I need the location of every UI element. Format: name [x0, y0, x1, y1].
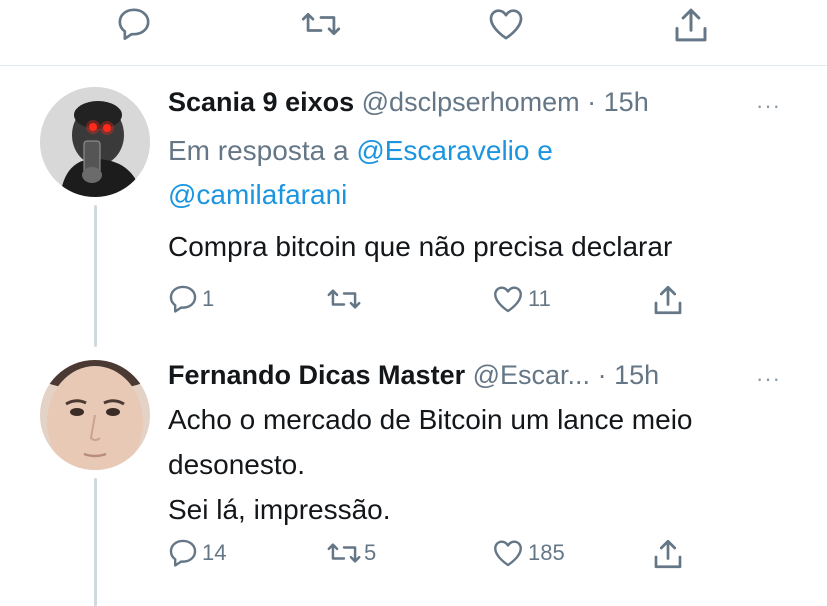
mention-link[interactable]: @camilafarani: [168, 179, 347, 210]
like-icon: [490, 536, 526, 570]
user-handle[interactable]: @dsclpserhomem: [362, 87, 580, 117]
separator: ·: [587, 87, 597, 117]
reply-button[interactable]: 14: [166, 536, 226, 570]
tweet-actions: 14 5 185: [0, 536, 827, 576]
retweet-button[interactable]: 5: [326, 536, 376, 570]
timestamp[interactable]: 15h: [614, 360, 659, 390]
avatar[interactable]: [40, 87, 150, 197]
reply-context: Em resposta a @Escaravelio e @camilafara…: [168, 129, 553, 217]
tweet-header: Fernando Dicas Master @Escar... · 15h: [168, 360, 659, 391]
timestamp[interactable]: 15h: [604, 87, 649, 117]
tweet-actions: 1 11: [0, 282, 827, 322]
avatar[interactable]: [40, 360, 150, 470]
more-options-icon[interactable]: ···: [756, 93, 781, 119]
user-handle[interactable]: @Escar...: [473, 360, 590, 390]
display-name[interactable]: Fernando Dicas Master: [168, 360, 465, 390]
previous-tweet-actions: [0, 0, 827, 60]
mention-link[interactable]: @Escaravelio: [356, 135, 529, 166]
share-button[interactable]: [650, 282, 686, 318]
retweet-count: 5: [364, 540, 377, 565]
reply-join: e: [537, 135, 553, 166]
tweet-text: Acho o mercado de Bitcoin um lance meio …: [168, 397, 693, 532]
share-icon: [650, 536, 686, 572]
reply-count: 14: [202, 540, 227, 565]
like-icon: [490, 282, 526, 316]
reply-count: 1: [202, 286, 215, 311]
reply-button[interactable]: 1: [166, 282, 214, 316]
reply-prefix: Em resposta a: [168, 135, 349, 166]
share-icon[interactable]: [670, 4, 712, 46]
retweet-icon: [326, 536, 362, 570]
thread-connector: [94, 205, 97, 347]
tweet-text-line: Acho o mercado de Bitcoin um lance meio: [168, 404, 693, 435]
reply-icon: [166, 536, 200, 570]
like-count: 185: [528, 540, 565, 565]
more-options-icon[interactable]: ···: [756, 366, 781, 392]
retweet-icon: [326, 282, 362, 316]
display-name[interactable]: Scania 9 eixos: [168, 87, 354, 117]
tweet-header: Scania 9 eixos @dsclpserhomem · 15h: [168, 87, 649, 118]
retweet-button[interactable]: [326, 282, 364, 316]
like-button[interactable]: 11: [490, 282, 551, 316]
tweet-text: Compra bitcoin que não precisa declarar: [168, 224, 672, 269]
like-button[interactable]: 185: [490, 536, 565, 570]
separator: ·: [597, 360, 607, 390]
retweet-icon[interactable]: [300, 4, 342, 44]
tweet-text-line: desonesto.: [168, 449, 305, 480]
tweet-divider: [0, 65, 827, 66]
tweet-text-line: Compra bitcoin que não precisa declarar: [168, 231, 673, 262]
share-icon: [650, 282, 686, 318]
tweet-text-line: Sei lá, impressão.: [168, 494, 391, 525]
share-button[interactable]: [650, 536, 686, 572]
reply-icon: [166, 282, 200, 316]
like-count: 11: [528, 286, 551, 311]
like-icon[interactable]: [485, 4, 527, 44]
reply-icon[interactable]: [114, 4, 154, 44]
